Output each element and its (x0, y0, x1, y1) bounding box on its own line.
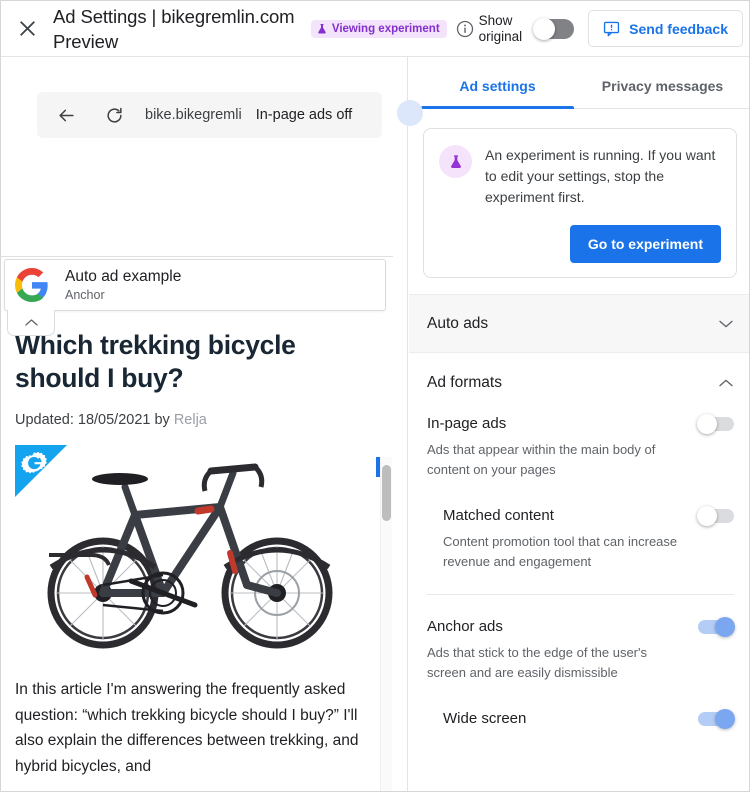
viewing-experiment-badge[interactable]: Viewing experiment (310, 19, 447, 38)
in-page-ads-label: In-page ads (427, 415, 507, 432)
setting-anchor-ads: Anchor ads Ads that stick to the edge of… (427, 616, 735, 729)
back-arrow-icon (58, 109, 74, 121)
site-preview-frame: Auto ad example Anchor Which trekking bi… (1, 256, 393, 791)
send-feedback-label: Send feedback (629, 20, 728, 37)
setting-wide-screen: Wide screen (427, 708, 735, 729)
ad-settings-preview-window: Ad Settings | bikegremlin.com Preview Vi… (0, 0, 750, 792)
inpage-ads-state: In-page ads off (255, 107, 353, 123)
reload-icon (106, 107, 122, 123)
experiment-running-card: An experiment is running. If you want to… (423, 128, 737, 278)
preview-caret-marker (376, 457, 380, 477)
show-original-toggle-wrap (533, 17, 575, 40)
toggle-knob (697, 413, 717, 434)
wide-screen-label: Wide screen (443, 710, 527, 727)
close-button[interactable] (11, 13, 43, 45)
pane-resize-handle[interactable] (397, 100, 423, 126)
ad-card-title: Auto ad example (65, 268, 182, 285)
flask-icon (450, 154, 461, 168)
ad-collapse-button[interactable] (7, 310, 55, 336)
setting-in-page-ads: In-page ads Ads that appear within the m… (427, 413, 734, 572)
preview-toolbar: bike.bikegremli In-page ads off (37, 92, 382, 138)
send-feedback-button[interactable]: Send feedback (588, 10, 743, 47)
setting-matched-content: Matched content Content promotion tool t… (427, 505, 734, 572)
chevron-down-icon (719, 320, 733, 327)
section-auto-ads[interactable]: Auto ads (409, 294, 749, 353)
settings-divider (427, 594, 734, 595)
wide-screen-toggle[interactable] (698, 708, 735, 729)
show-original-label: Show original (478, 12, 523, 44)
ad-card-text: Auto ad example Anchor (65, 267, 181, 303)
close-icon (19, 21, 35, 36)
preview-scrollbar-thumb[interactable] (382, 465, 391, 521)
article-image (15, 445, 365, 657)
wide-screen-row: Wide screen (443, 708, 735, 729)
article-meta: Updated: 18/05/2021 by Relja (15, 412, 379, 428)
matched-content-toggle[interactable] (697, 505, 734, 526)
anchor-ads-description: Ads that stick to the edge of the user's… (427, 645, 647, 680)
section-auto-ads-title: Auto ads (427, 314, 489, 332)
in-page-ads-row: In-page ads (427, 413, 734, 434)
bicycle-illustration (15, 445, 365, 657)
article-updated-text: Updated: 18/05/2021 by (15, 412, 174, 428)
matched-content-row: Matched content (443, 505, 734, 526)
toggle-knob (697, 505, 717, 526)
toggle-knob (533, 17, 556, 40)
flask-icon (318, 23, 326, 33)
settings-tabs: Ad settings Privacy messages (409, 57, 749, 109)
go-to-experiment-button[interactable]: Go to experiment (569, 225, 721, 263)
ad-card-subtitle: Anchor (65, 288, 105, 302)
matched-content-description: Content promotion tool that can increase… (443, 534, 678, 569)
anchor-ad-preview-card[interactable]: Auto ad example Anchor (4, 259, 386, 311)
info-icon[interactable] (456, 20, 474, 38)
chevron-up-icon (24, 319, 38, 326)
ad-formats-body: In-page ads Ads that appear within the m… (409, 413, 749, 729)
preview-pane: bike.bikegremli In-page ads off Auto ad … (1, 57, 408, 791)
toggle-knob (715, 708, 735, 729)
in-page-ads-description: Ads that appear within the main body of … (427, 442, 656, 477)
feedback-icon (604, 21, 620, 37)
anchor-ads-label: Anchor ads (427, 618, 503, 635)
section-ad-formats-title: Ad formats (427, 373, 502, 391)
anchor-ads-row: Anchor ads (427, 616, 735, 637)
tab-privacy-messages[interactable]: Privacy messages (580, 78, 745, 108)
section-ad-formats[interactable]: Ad formats (409, 353, 749, 412)
matched-content-label: Matched content (443, 507, 554, 524)
page-title: Ad Settings | bikegremlin.com Preview (53, 5, 295, 52)
show-original-control: Show original (456, 12, 523, 45)
section-ad-formats-chevron[interactable] (718, 378, 734, 388)
google-g-icon (15, 268, 48, 302)
article-author[interactable]: Relja (174, 412, 207, 428)
article-title: Which trekking bicycle should I buy? (15, 330, 296, 393)
experiment-card-row: An experiment is running. If you want to… (439, 145, 721, 208)
article-content: Which trekking bicycle should I buy? Upd… (1, 329, 393, 779)
experiment-icon-circle (439, 145, 472, 178)
chevron-up-icon (719, 379, 733, 386)
experiment-card-actions: Go to experiment (439, 225, 721, 263)
experiment-message: An experiment is running. If you want to… (485, 147, 716, 205)
url-text[interactable]: bike.bikegremli (145, 107, 242, 123)
in-page-ads-toggle[interactable] (697, 413, 734, 434)
show-original-toggle[interactable] (533, 17, 575, 40)
bikegremlin-gear-g-icon (21, 451, 47, 474)
settings-pane: Ad settings Privacy messages An experime… (409, 57, 749, 791)
article-body: In this article I'm answering the freque… (15, 681, 359, 775)
back-button[interactable] (49, 98, 83, 132)
app-header: Ad Settings | bikegremlin.com Preview Vi… (1, 1, 749, 57)
section-auto-ads-chevron[interactable] (718, 319, 734, 329)
toggle-knob (715, 616, 735, 637)
anchor-ads-toggle[interactable] (698, 616, 735, 637)
tab-ad-settings[interactable]: Ad settings (415, 78, 580, 109)
viewing-experiment-label: Viewing experiment (331, 22, 440, 35)
reload-button[interactable] (97, 98, 131, 132)
